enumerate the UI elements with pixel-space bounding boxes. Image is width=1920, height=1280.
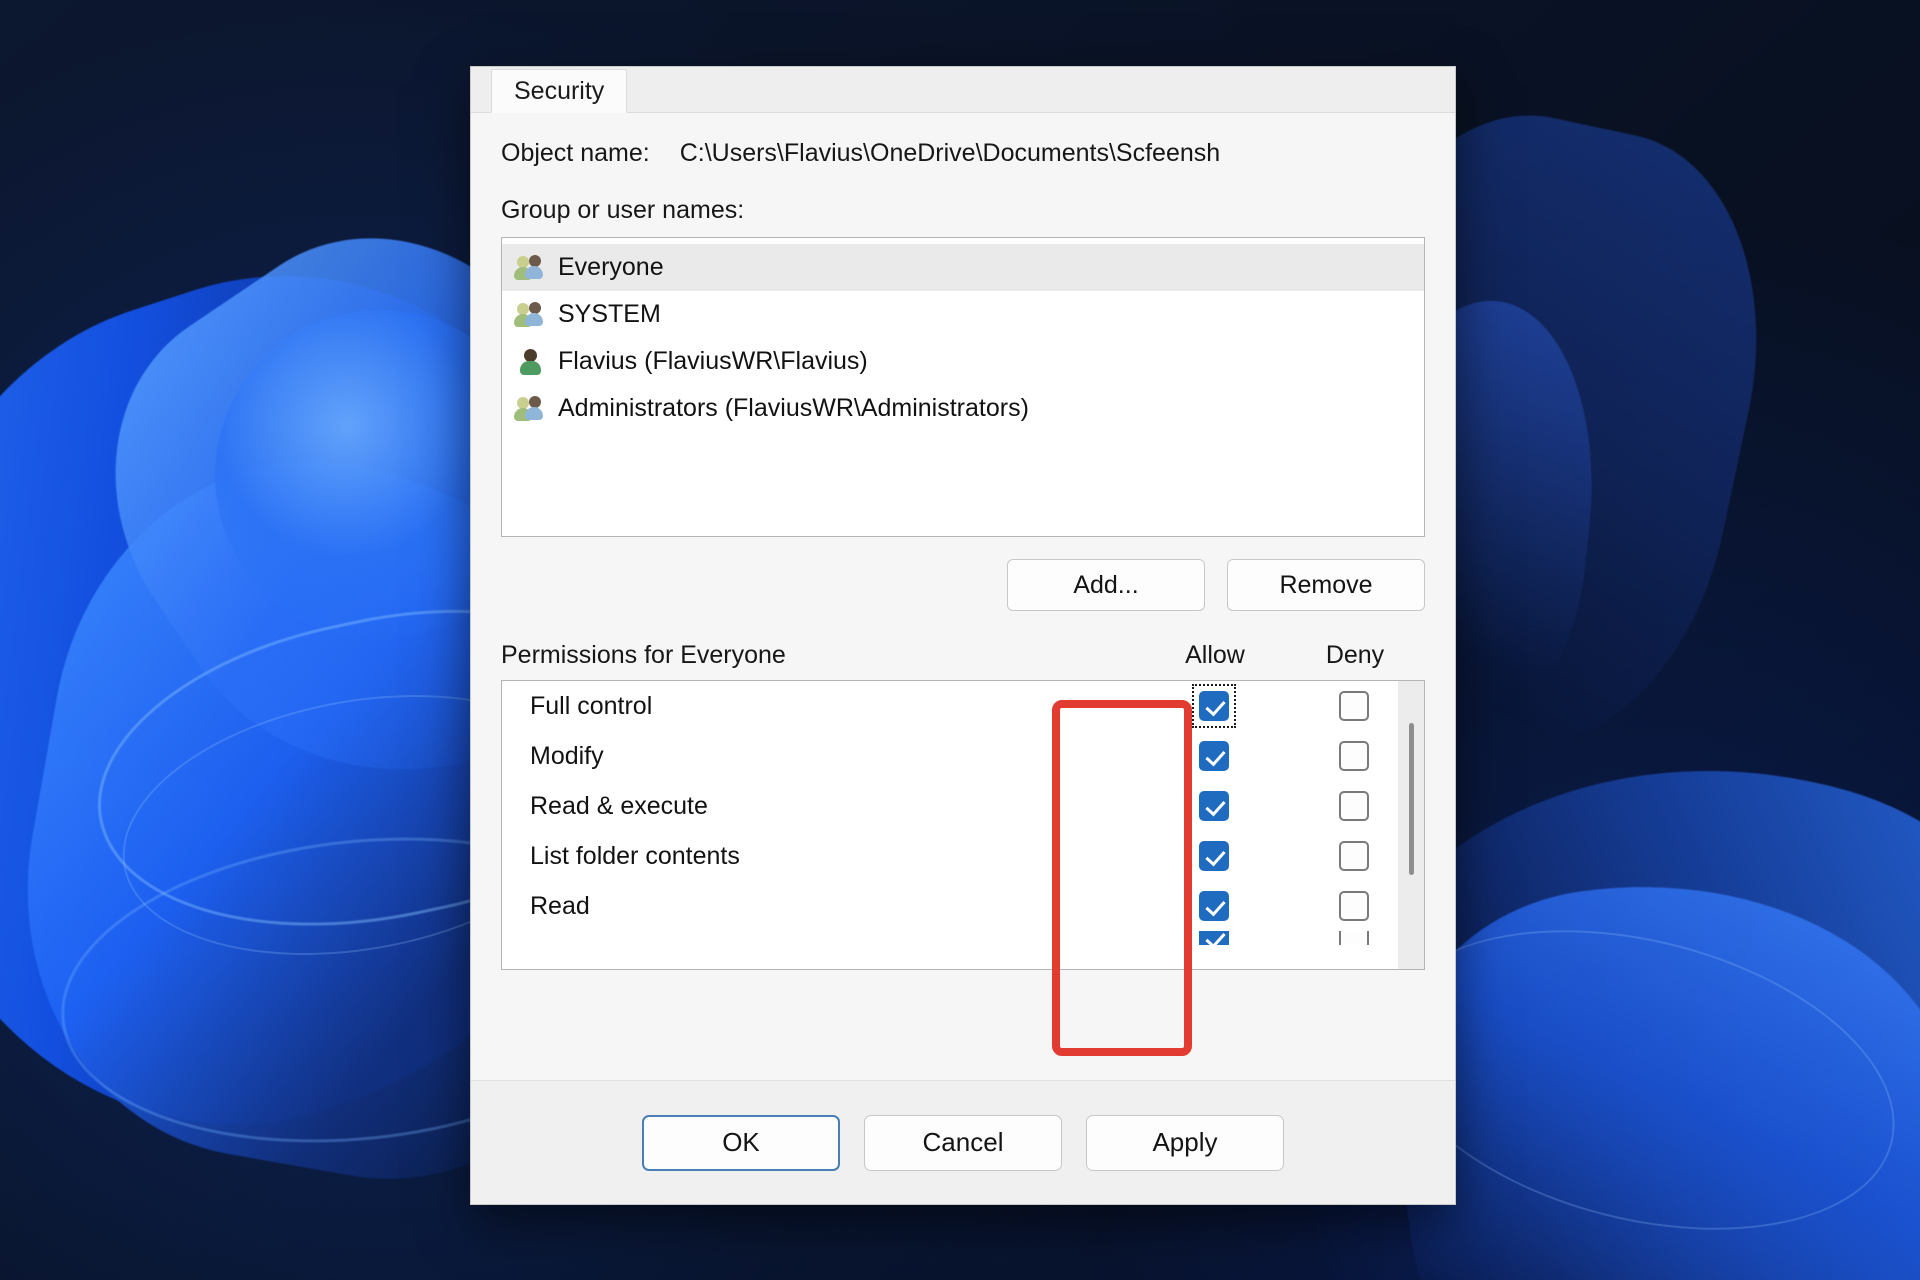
ok-button-label: OK (722, 1127, 760, 1157)
allow-cell[interactable] (1144, 931, 1284, 945)
allow-checkbox[interactable] (1199, 691, 1229, 721)
table-row[interactable]: Read & execute (502, 781, 1424, 831)
remove-button-label: Remove (1279, 570, 1373, 599)
tab-strip: Security (471, 67, 1455, 113)
tab-security-label: Security (514, 76, 605, 105)
table-row[interactable]: Modify (502, 731, 1424, 781)
permission-label: Read (530, 891, 590, 920)
permissions-title: Permissions for Everyone (501, 641, 786, 669)
cancel-button-label: Cancel (922, 1127, 1004, 1157)
table-row[interactable]: Full control (502, 681, 1424, 731)
permissions-scrollbar-thumb[interactable] (1409, 723, 1414, 875)
table-row[interactable]: List folder contents (502, 831, 1424, 881)
permissions-scrollbar[interactable] (1398, 681, 1424, 969)
permission-label: List folder contents (530, 841, 740, 870)
apply-button[interactable]: Apply (1086, 1114, 1284, 1171)
allow-checkbox[interactable] (1199, 931, 1229, 945)
permissions-header: Permissions for Everyone Allow Deny (501, 641, 1425, 670)
allow-cell[interactable] (1144, 891, 1284, 921)
dialog-footer: OK Cancel Apply (471, 1080, 1455, 1204)
deny-checkbox[interactable] (1339, 791, 1369, 821)
permissions-list[interactable]: Full control Modify Read & execute List … (501, 680, 1425, 970)
allow-column-header: Allow (1185, 641, 1245, 669)
allow-checkbox[interactable] (1199, 841, 1229, 871)
security-properties-dialog: Security Object name: C:\Users\Flavius\O… (470, 66, 1456, 1205)
user-icon (516, 347, 546, 377)
table-row[interactable]: Read (502, 881, 1424, 931)
list-item-label: Flavius (FlaviusWR\Flavius) (558, 347, 868, 375)
users-group-icon (514, 300, 546, 330)
remove-button[interactable]: Remove (1227, 559, 1425, 611)
allow-cell[interactable] (1144, 684, 1284, 728)
list-item-label: Everyone (558, 253, 664, 281)
deny-checkbox[interactable] (1339, 741, 1369, 771)
object-name-label: Object name: (501, 139, 650, 167)
allow-checkbox-focus-ring (1192, 684, 1236, 728)
deny-checkbox[interactable] (1339, 931, 1369, 945)
add-button[interactable]: Add... (1007, 559, 1205, 611)
list-item[interactable]: Administrators (FlaviusWR\Administrators… (502, 385, 1424, 432)
list-item-label: SYSTEM (558, 300, 661, 328)
list-item[interactable]: Flavius (FlaviusWR\Flavius) (502, 338, 1424, 385)
allow-cell[interactable] (1144, 841, 1284, 871)
list-item[interactable]: Everyone (502, 244, 1424, 291)
deny-checkbox[interactable] (1339, 841, 1369, 871)
group-section-label: Group or user names: (501, 196, 745, 224)
deny-checkbox[interactable] (1339, 891, 1369, 921)
dialog-body: Object name: C:\Users\Flavius\OneDrive\D… (471, 113, 1455, 1080)
cancel-button[interactable]: Cancel (864, 1114, 1062, 1171)
permission-label: Read & execute (530, 791, 708, 820)
users-group-icon (514, 253, 546, 283)
users-group-icon (514, 394, 546, 424)
table-row-partial[interactable] (502, 931, 1424, 945)
allow-checkbox[interactable] (1199, 791, 1229, 821)
allow-checkbox[interactable] (1199, 891, 1229, 921)
object-name-value: C:\Users\Flavius\OneDrive\Documents\Scfe… (679, 139, 1221, 167)
permission-label: Modify (530, 741, 604, 770)
deny-checkbox[interactable] (1339, 691, 1369, 721)
allow-checkbox[interactable] (1199, 741, 1229, 771)
permission-label: Full control (530, 691, 653, 720)
group-or-user-names-list[interactable]: Everyone SYSTEM Flavius (FlaviusWR\Flavi… (501, 237, 1425, 537)
add-button-label: Add... (1073, 570, 1139, 599)
allow-cell[interactable] (1144, 791, 1284, 821)
list-item[interactable]: SYSTEM (502, 291, 1424, 338)
object-name-row: Object name: C:\Users\Flavius\OneDrive\D… (501, 139, 1425, 168)
tab-security[interactable]: Security (491, 69, 628, 113)
list-item-label: Administrators (FlaviusWR\Administrators… (558, 394, 1029, 422)
deny-column-header: Deny (1325, 641, 1385, 669)
group-action-buttons: Add... Remove (501, 559, 1425, 611)
ok-button[interactable]: OK (642, 1114, 840, 1171)
apply-button-label: Apply (1152, 1127, 1218, 1157)
allow-cell[interactable] (1144, 741, 1284, 771)
